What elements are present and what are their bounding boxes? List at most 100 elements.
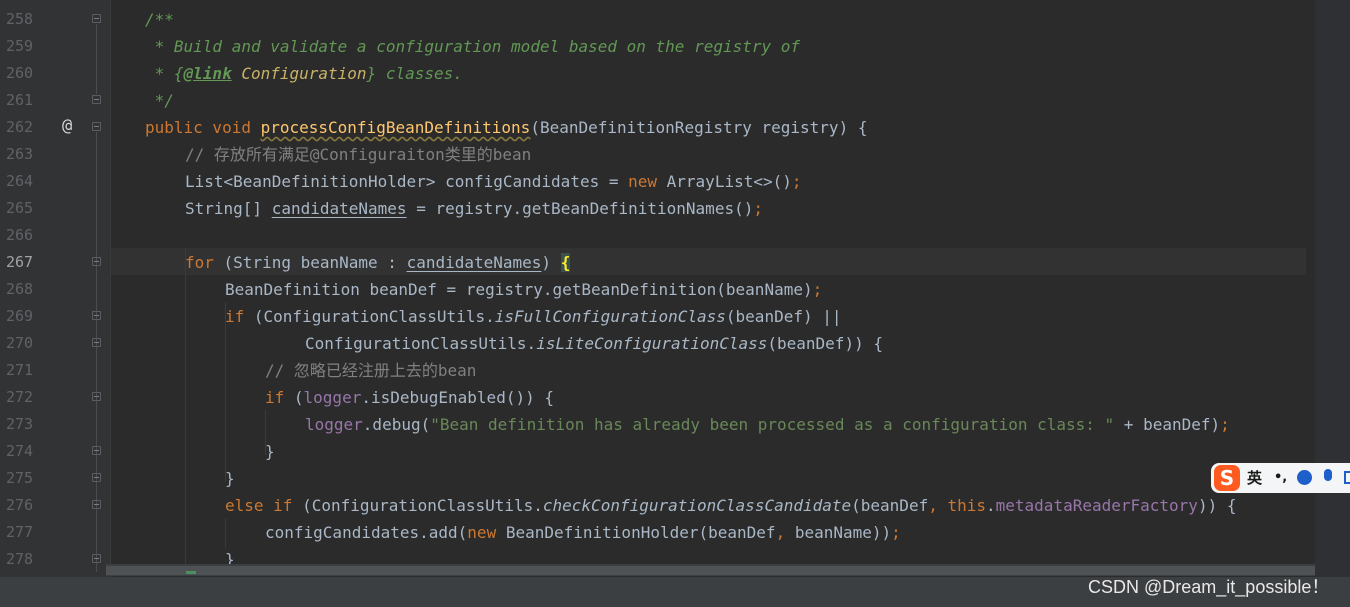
- doc-comment: } classes.: [366, 64, 463, 83]
- override-marker-icon[interactable]: @: [62, 116, 72, 136]
- fold-toggle-icon[interactable]: [92, 257, 101, 266]
- code-text: (beanDef) ||: [725, 307, 842, 326]
- line-number: 268: [6, 280, 34, 298]
- variable-reference[interactable]: candidateNames: [272, 199, 407, 218]
- code-line-270: ConfigurationClassUtils.isLiteConfigurat…: [305, 330, 883, 357]
- code-line-272: if (logger.isDebugEnabled()) {: [265, 384, 554, 411]
- ime-punctuation-toggle[interactable]: •,: [1274, 467, 1287, 489]
- fold-toggle-icon[interactable]: [92, 122, 101, 131]
- code-text: BeanDefinition beanDef = registry.getBea…: [225, 280, 813, 299]
- code-text: (BeanDefinitionRegistry registry) {: [530, 118, 868, 137]
- code-text: ): [541, 253, 561, 272]
- line-number: 269: [6, 307, 34, 325]
- static-method-call[interactable]: isFullConfigurationClass: [495, 307, 726, 326]
- code-line-265: String[] candidateNames = registry.getBe…: [185, 195, 763, 222]
- code-text: .isDebugEnabled()) {: [361, 388, 554, 407]
- line-number: 264: [6, 172, 34, 190]
- doc-link-tag[interactable]: @link: [184, 64, 232, 83]
- code-text: )) {: [1197, 496, 1237, 515]
- code-text: (beanDef: [851, 496, 929, 515]
- keyword: if: [265, 388, 285, 407]
- code-editor[interactable]: /** * Build and validate a configuration…: [111, 0, 1350, 577]
- code-text: ConfigurationClassUtils.: [305, 334, 537, 353]
- code-text: + beanDef): [1114, 415, 1221, 434]
- line-number-current: 267: [6, 253, 34, 271]
- matched-brace: {: [560, 253, 571, 272]
- code-line-269: if (ConfigurationClassUtils.isFullConfig…: [225, 303, 842, 330]
- code-text: (: [284, 388, 304, 407]
- line-number: 266: [6, 226, 34, 244]
- scroll-marker: [186, 571, 196, 574]
- code-line-276: else if (ConfigurationClassUtils.checkCo…: [225, 492, 1236, 519]
- code-text: .debug(: [362, 415, 431, 434]
- ime-language-toggle[interactable]: 英: [1247, 467, 1262, 489]
- code-text: (beanDef)) {: [767, 334, 883, 353]
- indent-guide: [225, 518, 226, 548]
- line-number: 261: [6, 91, 34, 109]
- code-text: }: [265, 442, 275, 461]
- method-declaration[interactable]: processConfigBeanDefinitions: [261, 118, 531, 137]
- line-number: 270: [6, 334, 34, 352]
- fold-toggle-icon[interactable]: [92, 95, 101, 104]
- fold-toggle-icon[interactable]: [92, 311, 101, 320]
- ime-menu-icon[interactable]: [1344, 471, 1350, 484]
- code-line-263: // 存放所有满足@Configuraiton类里的bean: [185, 141, 531, 168]
- semicolon: ;: [891, 523, 901, 542]
- keyword: new: [467, 523, 497, 542]
- line-number: 277: [6, 523, 34, 541]
- fold-toggle-icon[interactable]: [92, 14, 101, 23]
- line-number: 263: [6, 145, 34, 163]
- line-number: 278: [6, 550, 34, 568]
- doc-comment: /**: [145, 10, 174, 29]
- emoji-icon[interactable]: [1297, 470, 1312, 485]
- watermark: CSDN @Dream_it_possible！: [1088, 577, 1330, 597]
- code-text: beanName)): [794, 523, 892, 542]
- static-method-call[interactable]: checkConfigurationClassCandidate: [543, 496, 851, 515]
- code-line-274: }: [265, 438, 275, 465]
- code-line-264: List<BeanDefinitionHolder> configCandida…: [185, 168, 802, 195]
- fold-toggle-icon[interactable]: [92, 446, 101, 455]
- doc-comment: * Build and validate a configuration mod…: [145, 37, 801, 56]
- microphone-icon[interactable]: [1324, 469, 1332, 481]
- line-comment: // 存放所有满足@Configuraiton类里的bean: [185, 145, 532, 164]
- fold-toggle-icon[interactable]: [92, 338, 101, 347]
- field-reference[interactable]: metadataReaderFactory: [996, 496, 1198, 515]
- code-line-277: configCandidates.add(new BeanDefinitionH…: [265, 519, 901, 546]
- code-line-260: * {@link Configuration} classes.: [145, 60, 463, 87]
- fold-guide: [96, 24, 97, 94]
- semicolon: ;: [791, 172, 802, 191]
- code-text: (ConfigurationClassUtils.: [292, 496, 543, 515]
- line-number: 259: [6, 37, 34, 55]
- line-number: 275: [6, 469, 34, 487]
- code-text: (ConfigurationClassUtils.: [244, 307, 495, 326]
- variable-reference[interactable]: candidateNames: [407, 253, 542, 272]
- doc-link-reference[interactable]: Configuration: [232, 64, 366, 83]
- fold-toggle-icon[interactable]: [92, 392, 101, 401]
- fold-toggle-icon[interactable]: [92, 473, 101, 482]
- code-line-259: * Build and validate a configuration mod…: [145, 33, 800, 60]
- comma: ,: [775, 523, 795, 542]
- code-text: BeanDefinitionHolder(beanDef: [496, 523, 776, 542]
- fold-toggle-icon[interactable]: [92, 554, 101, 563]
- sogou-logo-icon[interactable]: S: [1214, 465, 1240, 491]
- field-reference[interactable]: logger: [304, 388, 362, 407]
- semicolon: ;: [753, 199, 763, 218]
- line-comment: // 忽略已经注册上去的bean: [265, 361, 477, 380]
- ime-toolbar[interactable]: S 英 •,: [1211, 463, 1350, 493]
- line-number: 276: [6, 496, 34, 514]
- code-line-262: public void processConfigBeanDefinitions…: [145, 114, 867, 141]
- fold-toggle-icon[interactable]: [92, 500, 101, 509]
- code-text: }: [225, 469, 235, 488]
- line-number: 273: [6, 415, 34, 433]
- keyword: new: [628, 172, 658, 191]
- code-text: configCandidates.add(: [265, 523, 468, 542]
- static-method-call[interactable]: isLiteConfigurationClass: [536, 334, 767, 353]
- code-line-258: /**: [145, 6, 174, 33]
- keyword: if: [225, 307, 245, 326]
- field-reference[interactable]: logger: [305, 415, 363, 434]
- keyword: else if: [225, 496, 293, 515]
- string-literal: "Bean definition has already been proces…: [430, 415, 1115, 434]
- doc-comment: * {: [145, 64, 184, 83]
- line-number: 271: [6, 361, 34, 379]
- keyword: public void: [145, 118, 261, 137]
